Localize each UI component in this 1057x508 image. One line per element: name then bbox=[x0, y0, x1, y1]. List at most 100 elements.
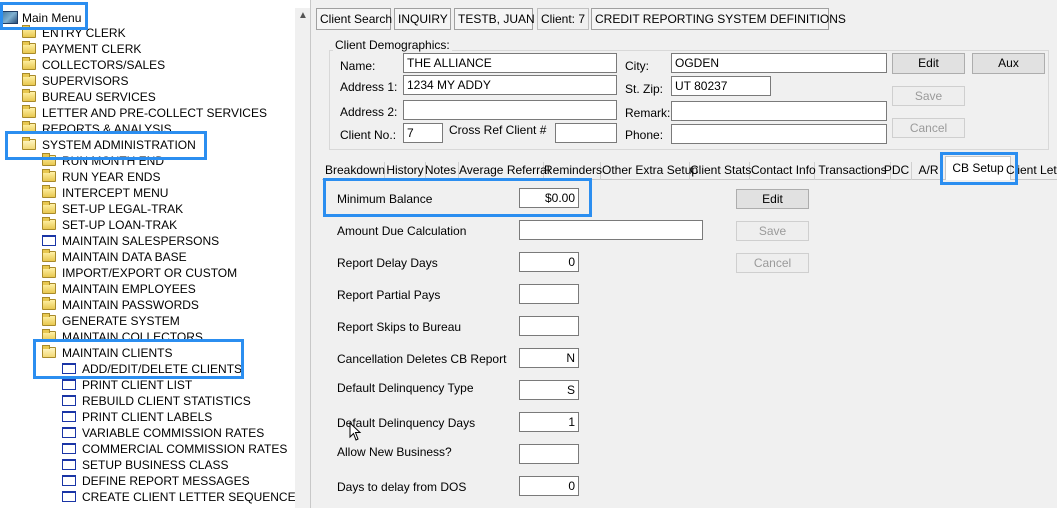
folder-icon bbox=[22, 73, 36, 86]
report-skips-label: Report Skips to Bureau bbox=[337, 320, 462, 334]
tree-scrollbar[interactable]: ▲ bbox=[295, 8, 310, 508]
client-button[interactable]: Client: 7 bbox=[537, 8, 589, 30]
cb-edit-button[interactable]: Edit bbox=[736, 189, 809, 209]
tree-item-label: MAINTAIN SALESPERSONS bbox=[62, 234, 220, 248]
phone-field[interactable] bbox=[671, 124, 887, 144]
tree-root-label: Main Menu bbox=[22, 11, 82, 25]
report-partial-pays-field[interactable] bbox=[519, 284, 579, 304]
tab-breakdown[interactable]: Breakdown bbox=[325, 162, 385, 180]
tree-item-label: MAINTAIN COLLECTORS bbox=[62, 330, 203, 344]
cb-save-button[interactable]: Save bbox=[736, 221, 809, 241]
name-label: Name: bbox=[340, 59, 376, 73]
amount-due-field[interactable] bbox=[519, 220, 703, 240]
form-icon bbox=[62, 411, 76, 422]
tree-item-label: RUN MONTH END bbox=[62, 154, 164, 168]
folder-icon bbox=[22, 57, 36, 70]
folder-icon bbox=[42, 281, 56, 294]
form-icon bbox=[62, 427, 76, 438]
delinquency-days-field[interactable]: 1 bbox=[519, 412, 579, 432]
tree-item-label: REPORTS & ANALYSIS bbox=[42, 122, 172, 136]
cb-cancel-button[interactable]: Cancel bbox=[736, 253, 809, 273]
cancellation-deletes-field[interactable]: N bbox=[519, 348, 579, 368]
report-partial-pays-label: Report Partial Pays bbox=[337, 288, 441, 302]
tree-item-label: GENERATE SYSTEM bbox=[62, 314, 180, 328]
folder-open-icon bbox=[42, 345, 56, 358]
client-no-label: Client No.: bbox=[340, 128, 397, 142]
city-field[interactable]: OGDEN bbox=[671, 53, 887, 73]
delinquency-type-field[interactable]: S bbox=[519, 380, 579, 400]
tree-item-label: MAINTAIN EMPLOYEES bbox=[62, 282, 196, 296]
tree-item-label: RUN YEAR ENDS bbox=[62, 170, 161, 184]
tree-item-label: CREATE CLIENT LETTER SEQUENCES bbox=[82, 490, 304, 504]
phone-label: Phone: bbox=[625, 128, 664, 142]
folder-icon bbox=[42, 249, 56, 262]
form-icon bbox=[42, 235, 56, 246]
tab-average-referral[interactable]: Average Referral bbox=[459, 162, 550, 180]
tab-pdc[interactable]: PDC bbox=[882, 162, 912, 180]
report-delay-days-field[interactable]: 0 bbox=[519, 252, 579, 272]
address1-field[interactable]: 1234 MY ADDY bbox=[403, 75, 617, 95]
tab-contact-info[interactable]: Contact Info bbox=[751, 162, 816, 180]
tab-notes[interactable]: Notes bbox=[423, 162, 459, 180]
folder-icon bbox=[42, 201, 56, 214]
folder-icon bbox=[22, 89, 36, 102]
tab-client-stats[interactable]: Client Stats bbox=[690, 162, 751, 180]
days-delay-dos-field[interactable]: 0 bbox=[519, 476, 579, 496]
allow-new-business-field[interactable] bbox=[519, 444, 579, 464]
tree-item-label: SET-UP LEGAL-TRAK bbox=[62, 202, 184, 216]
client-search-button[interactable]: Client Search bbox=[316, 8, 392, 30]
tab-other-extra-setup[interactable]: Other Extra Setup bbox=[602, 162, 698, 180]
demographics-title: Client Demographics: bbox=[333, 38, 452, 52]
report-skips-field[interactable] bbox=[519, 316, 579, 336]
demographics-edit-button[interactable]: Edit bbox=[892, 53, 965, 74]
mouse-cursor-icon bbox=[349, 422, 362, 441]
inquiry-button[interactable]: INQUIRY bbox=[394, 8, 451, 30]
delinquency-type-label: Default Delinquency Type bbox=[337, 381, 474, 395]
folder-icon bbox=[42, 297, 56, 310]
tree-item-label: DEFINE REPORT MESSAGES bbox=[82, 474, 250, 488]
aux-button[interactable]: Aux bbox=[972, 53, 1045, 74]
address2-field[interactable] bbox=[403, 100, 617, 120]
address1-label: Address 1: bbox=[340, 80, 398, 94]
tab-history[interactable]: History bbox=[385, 162, 426, 180]
main-menu-tree[interactable]: Main Menu ENTRY CLERK PAYMENT CLERK COLLEC… bbox=[0, 0, 311, 508]
tab-a-r[interactable]: A/R bbox=[915, 162, 943, 180]
st-zip-field[interactable]: UT 80237 bbox=[671, 76, 771, 96]
minimum-balance-field[interactable]: $0.00 bbox=[519, 188, 579, 208]
debtor-button[interactable]: TESTB, JUAN bbox=[454, 8, 535, 30]
tab-client-letter[interactable]: Client Letter bbox=[1006, 162, 1057, 180]
scroll-up-arrow-icon[interactable]: ▲ bbox=[298, 10, 308, 21]
form-icon bbox=[62, 491, 76, 502]
tree-item-label: PRINT CLIENT LIST bbox=[82, 378, 193, 392]
screen-title-button[interactable]: CREDIT REPORTING SYSTEM DEFINITIONS bbox=[591, 8, 846, 30]
tree-item-label: BUREAU SERVICES bbox=[42, 90, 156, 104]
tab-reminders[interactable]: Reminders bbox=[544, 162, 602, 180]
tab-cb-setup[interactable]: CB Setup bbox=[945, 156, 1011, 180]
demographics-cancel-button[interactable]: Cancel bbox=[892, 118, 965, 138]
cross-ref-field[interactable] bbox=[555, 123, 617, 143]
tree-item-label: PAYMENT CLERK bbox=[42, 42, 142, 56]
folder-icon bbox=[22, 25, 36, 38]
demographics-save-button[interactable]: Save bbox=[892, 86, 965, 106]
tree-item-label: SET-UP LOAN-TRAK bbox=[62, 218, 178, 232]
allow-new-business-label: Allow New Business? bbox=[337, 445, 452, 459]
tree-item-label: MAINTAIN PASSWORDS bbox=[62, 298, 199, 312]
cross-ref-label: Cross Ref Client # bbox=[449, 123, 547, 137]
tree-item-label: MAINTAIN CLIENTS bbox=[62, 346, 173, 360]
main-menu-icon bbox=[2, 11, 18, 24]
remark-field[interactable] bbox=[671, 101, 887, 121]
folder-icon bbox=[22, 121, 36, 134]
tree-item-label: LETTER AND PRE-COLLECT SERVICES bbox=[42, 106, 267, 120]
client-no-field[interactable]: 7 bbox=[403, 123, 443, 143]
form-icon bbox=[62, 379, 76, 390]
name-field[interactable]: THE ALLIANCE bbox=[403, 53, 617, 73]
tree-item-label: PRINT CLIENT LABELS bbox=[82, 410, 213, 424]
address2-label: Address 2: bbox=[340, 105, 398, 119]
tab-transactions[interactable]: Transactions bbox=[815, 162, 891, 180]
tree-item-label: VARIABLE COMMISSION RATES bbox=[82, 426, 265, 440]
tree-item-label: REBUILD CLIENT STATISTICS bbox=[82, 394, 251, 408]
city-label: City: bbox=[625, 59, 649, 73]
form-icon bbox=[62, 459, 76, 470]
folder-icon bbox=[42, 265, 56, 278]
folder-icon bbox=[42, 169, 56, 182]
